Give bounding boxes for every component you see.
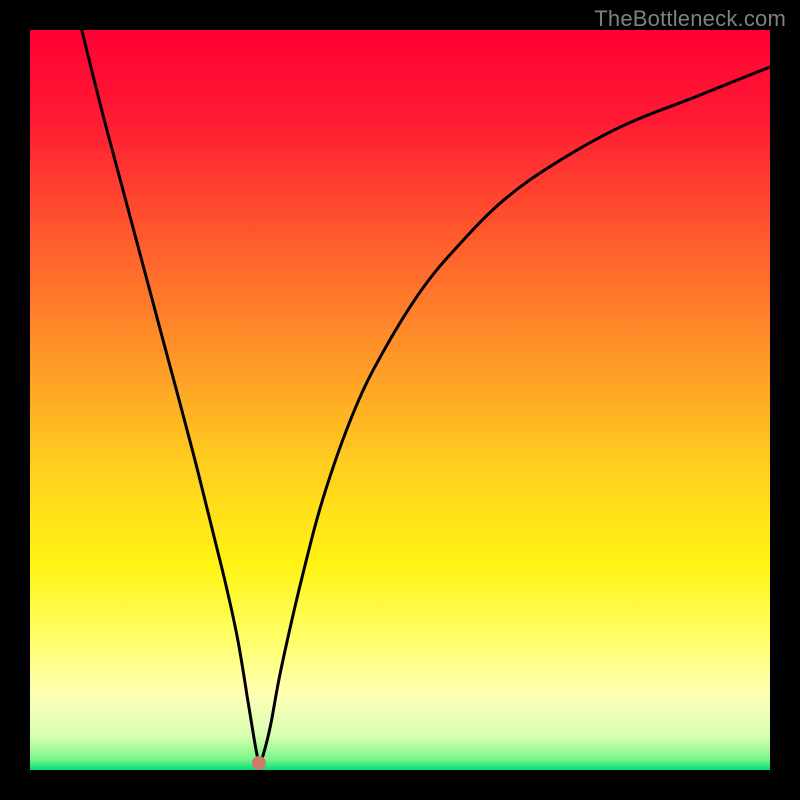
optimal-point-marker bbox=[252, 756, 266, 770]
watermark-text: TheBottleneck.com bbox=[594, 6, 786, 32]
bottleneck-curve bbox=[30, 30, 770, 770]
plot-area bbox=[30, 30, 770, 770]
chart-frame: TheBottleneck.com bbox=[0, 0, 800, 800]
